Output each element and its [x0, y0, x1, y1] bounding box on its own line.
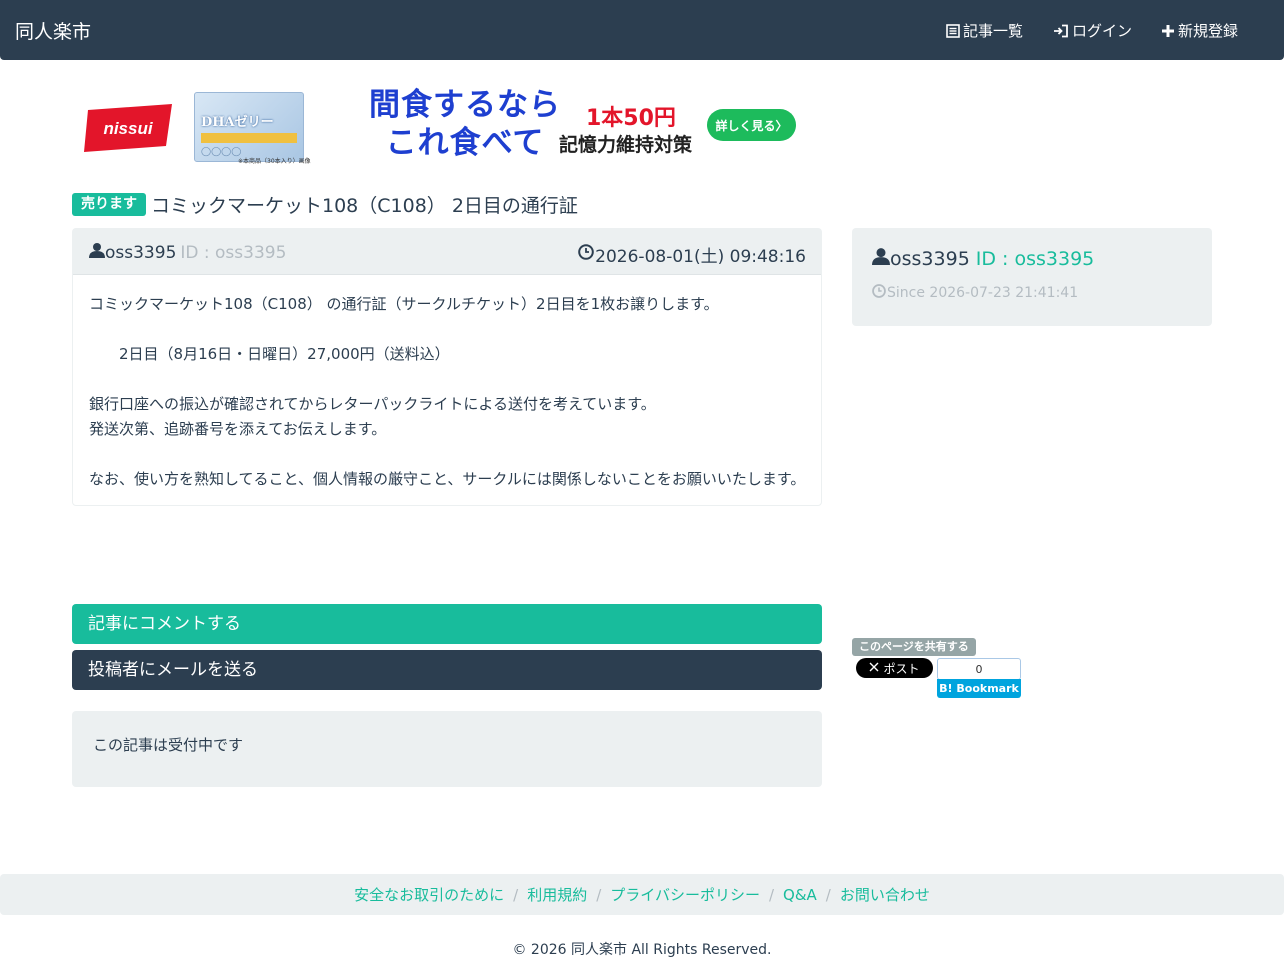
ad-banner[interactable]: nissui DHAゼリー ◯◯◯◯ ※本商品（30本入り）画像 間食するなら … [78, 86, 798, 166]
footer-link-safety[interactable]: 安全なお取引のために [354, 884, 504, 905]
post-body-line: なお、使い方を熟知してること、個人情報の厳守こと、サークルには関係しないことをお… [89, 470, 806, 488]
post-body-line: 発送次第、追跡番号を添えてお伝えします。 [89, 420, 387, 438]
footer-link-contact[interactable]: お問い合わせ [840, 884, 930, 905]
nav-register-link[interactable]: 新規登録 [1161, 20, 1238, 41]
ad-price: 1本50円 [586, 106, 676, 131]
side-since-text: Since 2026-07-23 21:41:41 [887, 285, 1079, 301]
post-header: oss3395 ID : oss3395 2026-08-01(土) 09:48… [73, 229, 821, 275]
ad-product-text: DHAゼリー [201, 115, 274, 130]
post-author[interactable]: oss3395 ID : oss3395 [89, 242, 286, 263]
ad-headline: 間食するなら これ食べて [360, 86, 570, 162]
post-body-line: 銀行口座への振込が確認されてからレターパックライトによる送付を考えています。 [89, 395, 656, 413]
plus-icon [1161, 24, 1175, 38]
x-post-label: ポスト [883, 661, 920, 676]
post-body: コミックマーケット108（C108） の通行証（サークルチケット）2日目を1枚お… [89, 292, 809, 492]
author-side-panel: oss3395 ID : oss3395 Since 2026-07-23 21… [852, 228, 1212, 326]
post-body-line [89, 367, 809, 392]
footer-link-privacy[interactable]: プライバシーポリシー [610, 884, 760, 905]
post-panel: oss3395 ID : oss3395 2026-08-01(土) 09:48… [72, 228, 822, 506]
footer-separator: / [596, 885, 602, 904]
side-author-name: oss3395 [890, 247, 970, 270]
post-date-text: 2026-08-01(土) 09:48:16 [595, 247, 806, 267]
nav-login-link[interactable]: ログイン [1053, 20, 1132, 41]
footer-link-terms[interactable]: 利用規約 [527, 884, 587, 905]
post-body-line: 2日目（8月16日・日曜日）27,000円（送料込） [89, 345, 450, 363]
sell-badge: 売ります [72, 193, 146, 216]
ad-product-dots: ◯◯◯◯ [201, 147, 242, 157]
post-author-name: oss3395 [105, 242, 177, 263]
ad-headline-line2: これ食べて [385, 125, 545, 161]
footer-links: 安全なお取引のために / 利用規約 / プライバシーポリシー / Q&A / お… [0, 874, 1284, 915]
x-post-button[interactable]: ポスト [856, 658, 933, 678]
comment-button[interactable]: 記事にコメントする [72, 604, 822, 644]
post-body-line [89, 442, 809, 467]
share-label: このページを共有する [852, 638, 976, 656]
brand-link[interactable]: 同人楽市 [15, 17, 91, 44]
post-author-id: ID : oss3395 [180, 242, 287, 263]
ad-product-band [201, 133, 297, 143]
footer-separator: / [768, 885, 775, 904]
user-icon [872, 247, 890, 270]
clock-icon [872, 284, 886, 302]
ad-cta-button[interactable]: 詳しく見る〉 [707, 109, 796, 141]
status-text: この記事は受付中です [93, 736, 244, 754]
status-well: この記事は受付中です [72, 711, 822, 787]
x-logo-icon [869, 661, 879, 675]
page-title: コミックマーケット108（C108） 2日目の通行証 [151, 195, 578, 217]
side-author-id: ID : oss3395 [975, 247, 1095, 270]
clock-icon [578, 244, 594, 265]
nav-login-label: ログイン [1072, 22, 1133, 40]
ad-product-image: DHAゼリー ◯◯◯◯ [194, 92, 304, 162]
ad-headline-line1: 間食するなら [369, 87, 561, 123]
post-body-line: コミックマーケット108（C108） の通行証（サークルチケット）2日目を1枚お… [89, 295, 719, 313]
hatena-bookmark-button[interactable]: B! Bookmark [937, 679, 1021, 698]
nav-articles-label: 記事一覧 [963, 22, 1024, 40]
ad-note: ※本商品（30本入り）画像 [238, 158, 311, 165]
login-icon [1053, 24, 1069, 38]
nav-register-label: 新規登録 [1178, 22, 1239, 40]
ad-subline: 記憶力維持対策 [559, 134, 693, 156]
user-icon [89, 242, 105, 263]
nissui-logo: nissui [80, 94, 178, 158]
hatena-count: 0 [937, 658, 1021, 680]
side-since: Since 2026-07-23 21:41:41 [872, 284, 1078, 302]
side-author[interactable]: oss3395 ID : oss3395 [872, 247, 1094, 270]
post-body-line [89, 317, 809, 342]
ad-logo-text: nissui [103, 119, 153, 138]
nav-articles-link[interactable]: 記事一覧 [946, 20, 1023, 41]
footer-separator: / [825, 885, 831, 904]
footer-separator: / [513, 885, 519, 904]
mail-author-button[interactable]: 投稿者にメールを送る [72, 650, 822, 690]
post-date: 2026-08-01(土) 09:48:16 [578, 242, 806, 267]
footer-link-qa[interactable]: Q&A [783, 886, 817, 904]
copyright: © 2026 同人楽市 All Rights Reserved. [512, 942, 772, 958]
list-icon [946, 23, 960, 38]
navbar: 同人楽市 記事一覧 ログイン 新規登録 [0, 0, 1284, 60]
